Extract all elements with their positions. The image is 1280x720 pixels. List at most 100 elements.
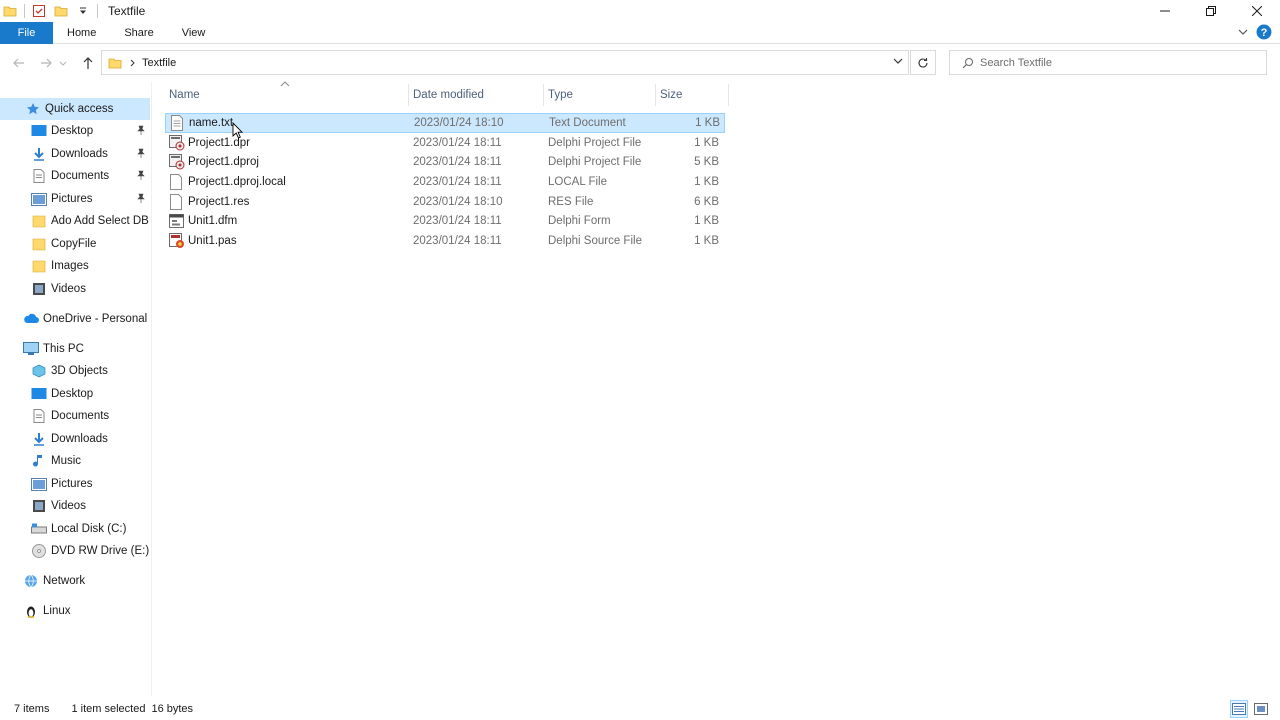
nav-3d-objects[interactable]: 3D Objects <box>0 360 150 382</box>
chevron-down-icon <box>59 61 67 66</box>
nav-downloads[interactable]: Downloads <box>0 428 150 450</box>
status-bar: 7 items 1 item selected 16 bytes <box>0 698 1280 720</box>
restore-button[interactable] <box>1188 0 1234 22</box>
file-row[interactable]: Project1.res 2023/01/24 18:10 RES File 6… <box>165 192 725 212</box>
nav-label: Documents <box>51 410 110 422</box>
nav-label: Music <box>51 455 82 467</box>
nav-pictures[interactable]: Pictures <box>0 473 150 495</box>
file-row[interactable]: Project1.dproj 2023/01/24 18:11 Delphi P… <box>165 152 725 172</box>
large-icons-view-icon <box>1254 703 1268 715</box>
nav-ado-add-select-db[interactable]: Ado Add Select DB <box>0 210 150 232</box>
file-name-cell: Project1.dproj <box>165 152 409 172</box>
column-header-size[interactable]: Size <box>656 84 729 106</box>
address-bar[interactable]: Textfile <box>101 50 909 75</box>
pin-icon[interactable] <box>136 148 146 161</box>
nav-dvd-drive[interactable]: DVD RW Drive (E:) P <box>0 540 150 562</box>
nav-videos-quick[interactable]: Videos <box>0 278 150 300</box>
window-title: Textfile <box>108 4 146 18</box>
pin-icon[interactable] <box>136 170 146 183</box>
nav-copyfile[interactable]: CopyFile <box>0 233 150 255</box>
file-type: LOCAL File <box>548 175 608 188</box>
forward-button[interactable] <box>34 51 58 75</box>
refresh-button[interactable] <box>910 50 936 75</box>
file-row[interactable]: Project1.dproj.local 2023/01/24 18:11 LO… <box>165 172 725 192</box>
breadcrumb[interactable]: Textfile <box>142 57 176 69</box>
nav-quick-access[interactable]: Quick access <box>0 98 150 120</box>
nav-documents-pinned[interactable]: Documents <box>0 165 150 187</box>
nav-label: Desktop <box>51 125 94 137</box>
chevron-down-icon <box>893 58 903 64</box>
file-type: Delphi Source File <box>548 234 642 247</box>
up-button[interactable] <box>76 51 100 75</box>
desktop-icon <box>31 123 47 139</box>
tab-view[interactable]: View <box>168 22 220 44</box>
file-date: 2023/01/24 18:10 <box>413 195 503 208</box>
nav-images[interactable]: Images <box>0 255 150 277</box>
nav-this-pc[interactable]: This PC <box>0 338 150 360</box>
blank-file-icon <box>169 173 185 190</box>
network-icon <box>23 573 39 589</box>
details-view-icon <box>1232 703 1246 715</box>
file-date: 2023/01/24 18:11 <box>413 215 502 228</box>
nav-videos[interactable]: Videos <box>0 495 150 517</box>
text-file-icon <box>170 114 186 131</box>
nav-label: Pictures <box>51 193 93 205</box>
file-row[interactable]: Unit1.dfm 2023/01/24 18:11 Delphi Form 1… <box>165 211 725 231</box>
file-type: Delphi Form <box>548 215 611 228</box>
pin-icon[interactable] <box>136 193 146 206</box>
file-name-cell: name.txt <box>166 114 410 132</box>
nav-documents[interactable]: Documents <box>0 405 150 427</box>
nav-desktop-pinned[interactable]: Desktop <box>0 120 150 142</box>
tab-file[interactable]: File <box>0 21 53 44</box>
file-type: Text Document <box>549 116 626 129</box>
file-row[interactable]: Unit1.pas 2023/01/24 18:11 Delphi Source… <box>165 231 725 251</box>
file-size: 1 KB <box>694 234 719 247</box>
customize-toolbar-icon[interactable] <box>75 3 91 19</box>
close-button[interactable] <box>1234 0 1280 22</box>
nav-linux[interactable]: Linux <box>0 600 150 622</box>
properties-icon[interactable] <box>31 3 47 19</box>
file-name: Unit1.pas <box>188 234 237 247</box>
window-controls <box>1142 0 1280 22</box>
search-input[interactable] <box>980 56 1260 69</box>
pin-icon[interactable] <box>136 125 146 138</box>
recent-locations-button[interactable] <box>56 51 70 75</box>
column-header-date[interactable]: Date modified <box>409 84 544 106</box>
refresh-icon <box>918 57 928 68</box>
nav-label: 3D Objects <box>51 365 108 377</box>
column-header-type[interactable]: Type <box>544 84 656 106</box>
column-header-name[interactable]: Name <box>165 84 409 106</box>
folder-icon <box>31 213 47 229</box>
help-button[interactable]: ? <box>1256 24 1272 43</box>
nav-downloads-pinned[interactable]: Downloads <box>0 143 150 165</box>
nav-label: Videos <box>51 283 86 295</box>
address-history-button[interactable] <box>892 55 904 70</box>
nav-network[interactable]: Network <box>0 570 150 592</box>
back-button[interactable] <box>7 51 31 75</box>
nav-local-disk[interactable]: Local Disk (C:) <box>0 518 150 540</box>
expand-ribbon-button[interactable] <box>1238 26 1248 40</box>
tab-home[interactable]: Home <box>53 22 110 44</box>
details-view-button[interactable] <box>1230 700 1248 718</box>
videos-icon <box>31 281 47 297</box>
chevron-right-icon[interactable] <box>130 59 136 67</box>
file-row[interactable]: Project1.dpr 2023/01/24 18:11 Delphi Pro… <box>165 133 725 153</box>
large-icons-view-button[interactable] <box>1252 700 1270 718</box>
nav-music[interactable]: Music <box>0 450 150 472</box>
search-box[interactable] <box>949 50 1267 75</box>
nav-desktop[interactable]: Desktop <box>0 383 150 405</box>
minimize-button[interactable] <box>1142 0 1188 22</box>
new-folder-icon[interactable] <box>53 3 69 19</box>
nav-label: Network <box>43 575 86 587</box>
file-type: RES File <box>548 195 594 208</box>
folder-icon[interactable] <box>2 3 18 19</box>
nav-pictures-pinned[interactable]: Pictures <box>0 188 150 210</box>
videos-icon <box>31 498 47 514</box>
nav-onedrive[interactable]: OneDrive - Personal <box>0 308 150 330</box>
tab-share[interactable]: Share <box>110 22 167 44</box>
file-row[interactable]: name.txt 2023/01/24 18:10 Text Document … <box>165 113 725 133</box>
toolbar-separator <box>97 4 98 18</box>
sidebar-divider <box>151 82 152 696</box>
cloud-icon <box>23 311 39 327</box>
file-size: 6 KB <box>694 195 719 208</box>
